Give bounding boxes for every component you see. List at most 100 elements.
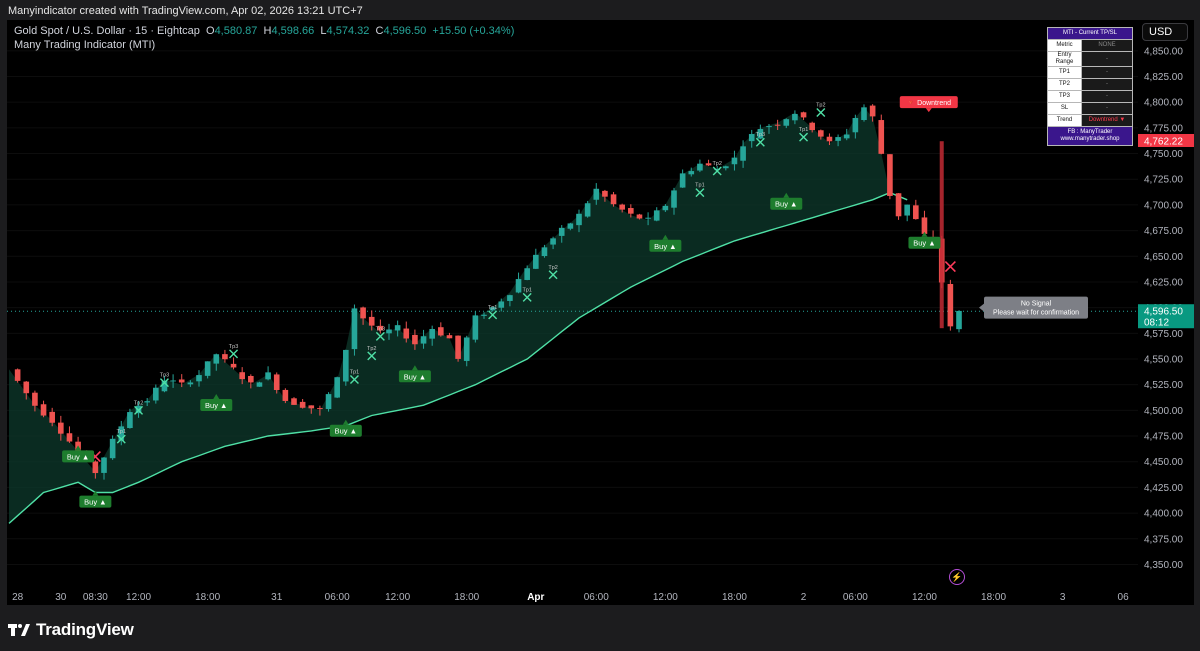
- candle-body: [351, 308, 358, 350]
- chart-pane[interactable]: Tp1 Tp2 Tp3 Tp3 Tp1 Tp2 Tp3 Tp1 Tp1 Tp2 Tp1 Tp2 Tp3 T…: [7, 20, 1138, 605]
- price-axis-label: 4,750.00: [1144, 149, 1183, 160]
- candle-body: [818, 130, 824, 137]
- mti-row-label: Entry Range: [1047, 51, 1082, 67]
- price-axis-label: 4,825.00: [1144, 72, 1183, 83]
- price-axis-label: 4,800.00: [1144, 98, 1183, 109]
- time-axis-label: 08:30: [83, 592, 108, 603]
- candle-body: [541, 247, 548, 257]
- mti-row-value: -: [1081, 51, 1133, 67]
- candle-body: [230, 363, 237, 368]
- indicator-legend[interactable]: Many Trading Indicator (MTI): [14, 39, 155, 51]
- no-signal-box: No Signal Please wait for confirmation: [979, 296, 1088, 319]
- candle-body: [628, 208, 634, 214]
- open-label: O: [206, 25, 215, 37]
- candle-body: [688, 171, 695, 175]
- candle-body: [325, 394, 332, 410]
- candle-body: [127, 412, 133, 429]
- price-axis[interactable]: 4,350.00 4,375.00 4,400.00 4,425.00 4,450.00…: [1138, 20, 1194, 605]
- candle-body: [645, 217, 651, 219]
- candle-body: [636, 214, 643, 219]
- symbol-name[interactable]: Gold Spot / U.S. Dollar · 15 · Eightcap: [14, 25, 200, 37]
- time-axis-label: 06:00: [325, 592, 350, 603]
- candle-body: [334, 377, 340, 398]
- price-axis-label: 4,575.00: [1144, 329, 1183, 340]
- time-axis-label: 12:00: [126, 592, 151, 603]
- downtrend-text: 🔻 Downtrend: [907, 100, 952, 107]
- candle-body: [204, 361, 211, 376]
- candle-body: [360, 307, 366, 319]
- candle-body: [904, 204, 910, 216]
- candle-body: [913, 205, 919, 220]
- mti-row-label: TP1: [1047, 66, 1082, 79]
- time-axis-label: 12:00: [653, 592, 678, 603]
- price-axis-label: 4,650.00: [1144, 252, 1183, 263]
- candle-body: [92, 461, 99, 474]
- candle-body: [23, 381, 30, 394]
- time-axis-label: 18:00: [722, 592, 747, 603]
- price-axis-label: 4,500.00: [1144, 406, 1183, 417]
- tp-marker-label: Tp2: [548, 265, 557, 271]
- price-axis-label: 4,775.00: [1144, 123, 1183, 134]
- tradingview-logo[interactable]: TradingView: [8, 620, 134, 640]
- time-axis-label: 31: [271, 592, 283, 603]
- tp-marker-label: Tp1: [695, 183, 704, 189]
- candle-body: [947, 283, 954, 327]
- candle-body: [533, 254, 539, 269]
- mti-row-label: TP3: [1047, 90, 1082, 103]
- symbol-legend[interactable]: Gold Spot / U.S. Dollar · 15 · Eightcap …: [14, 25, 514, 37]
- mti-row-label: Trend: [1047, 114, 1082, 127]
- time-axis-label: Apr: [527, 592, 544, 603]
- candle-body: [248, 375, 254, 383]
- candle-body: [66, 433, 73, 442]
- candle-body: [239, 372, 245, 380]
- time-axis-label: 3: [1060, 592, 1066, 603]
- candle-body: [792, 113, 798, 121]
- candle-body: [809, 122, 815, 131]
- candle-body: [619, 204, 625, 210]
- candle-body: [895, 193, 902, 217]
- candle-body: [602, 190, 608, 197]
- mti-table-title: MTI - Current TP/SL: [1047, 27, 1133, 40]
- tp-marker-label: Tp3: [756, 132, 765, 138]
- candle-body: [800, 112, 807, 118]
- mti-footer-line1: FB : ManyTrader: [1067, 129, 1113, 135]
- price-axis-label: 4,375.00: [1144, 534, 1183, 545]
- tp-marker-icon: [816, 107, 826, 117]
- price-axis-label: 4,550.00: [1144, 355, 1183, 366]
- time-axis-label: 2: [801, 592, 807, 603]
- mti-row-value: -: [1081, 66, 1133, 79]
- tp-marker-label: Tp2: [134, 400, 143, 406]
- currency-button[interactable]: USD: [1142, 23, 1188, 41]
- candle-body: [420, 336, 427, 344]
- buy-signal-text: Buy ▲: [404, 372, 426, 381]
- candle-body: [731, 157, 738, 165]
- price-axis-label: 4,625.00: [1144, 277, 1183, 288]
- candle-body: [723, 166, 729, 169]
- tradingview-logo-text: TradingView: [36, 620, 134, 639]
- tp-marker-label: Tp1: [522, 287, 531, 293]
- chart-canvas[interactable]: Tp1 Tp2 Tp3 Tp3 Tp1 Tp2 Tp3 Tp1 Tp1 Tp2 Tp1 Tp2 Tp3 T…: [7, 20, 1138, 605]
- price-axis-label: 4,475.00: [1144, 432, 1183, 443]
- price-axis-canvas: 4,350.00 4,375.00 4,400.00 4,425.00 4,450.00…: [1138, 46, 1194, 571]
- buy-signal-text: Buy ▲: [205, 401, 227, 410]
- lightning-icon[interactable]: ⚡: [949, 569, 965, 585]
- candle-body: [584, 203, 591, 217]
- candle-body: [697, 163, 703, 171]
- time-axis-label: 18:00: [981, 592, 1006, 603]
- candle-body: [679, 173, 686, 188]
- tradingview-frame: Manyindicator created with TradingView.c…: [0, 0, 1200, 651]
- price-tag-value: 4,762.22: [1144, 136, 1183, 147]
- time-axis-label: 06:00: [843, 592, 868, 603]
- candle-body: [273, 374, 280, 391]
- time-axis-label: 06:00: [584, 592, 609, 603]
- price-axis-label: 4,675.00: [1144, 226, 1183, 237]
- time-axis-label: 18:00: [195, 592, 220, 603]
- candle-body: [368, 316, 375, 326]
- candle-body: [101, 457, 107, 473]
- price-tag: 4,762.22: [1138, 133, 1194, 147]
- mti-footer-line2: www.manytrader.shop: [1060, 136, 1120, 142]
- candle-body: [429, 328, 435, 339]
- candle-body: [49, 411, 55, 423]
- candle-body: [852, 118, 859, 133]
- candle-body: [256, 382, 263, 387]
